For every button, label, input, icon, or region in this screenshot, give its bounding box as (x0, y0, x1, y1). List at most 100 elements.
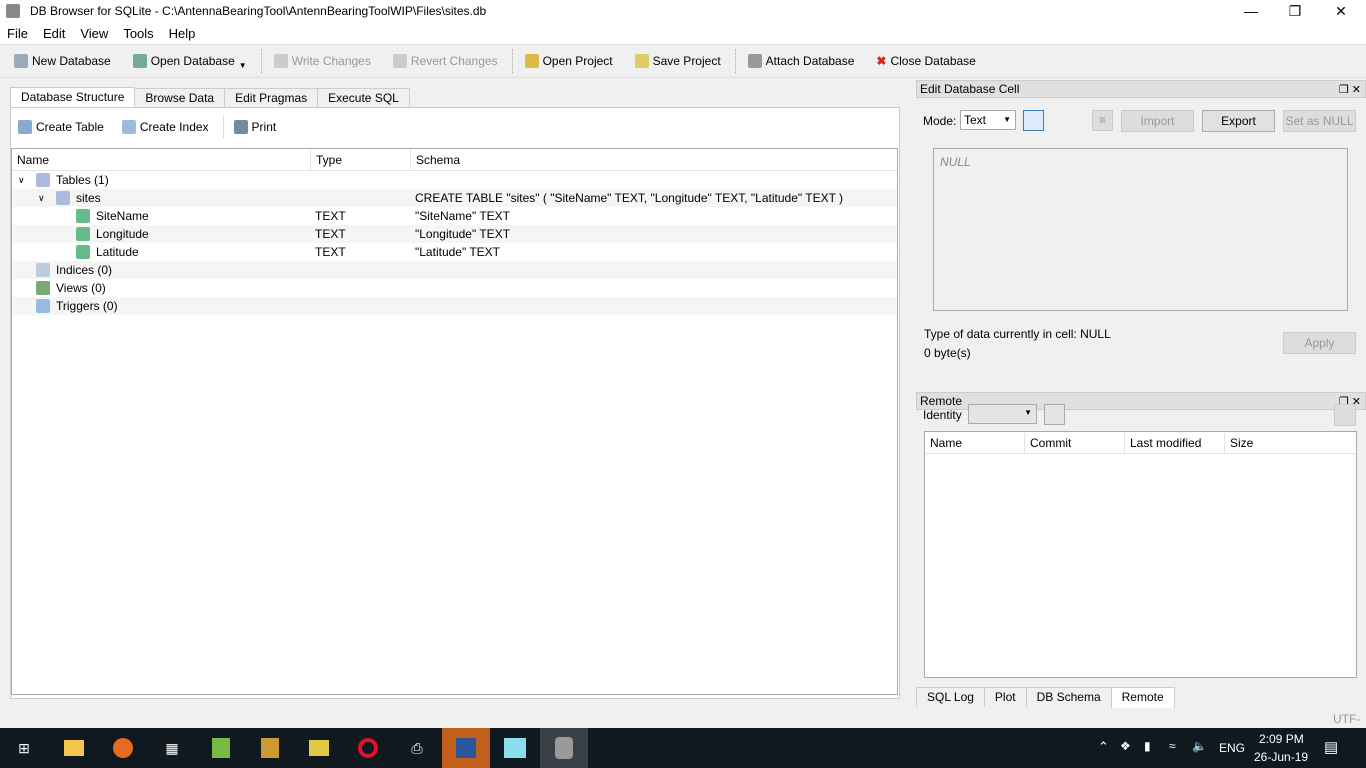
restore-button[interactable]: ❐ (1272, 0, 1318, 22)
right-dock: Edit Database Cell ❐ ✕ Mode: Text ▼ ≡ Impo… (916, 80, 1366, 720)
tab-database-structure[interactable]: Database Structure (10, 87, 136, 108)
cell-editor[interactable]: NULL (933, 148, 1348, 311)
attach-database-button[interactable]: Attach Database (747, 54, 854, 68)
write-changes-button[interactable]: Write Changes (273, 54, 371, 68)
clock-time[interactable]: 2:09 PM (1259, 732, 1304, 746)
auto-switch-mode-button[interactable] (1023, 110, 1044, 131)
dropdown-arrow-icon[interactable]: ▼ (239, 61, 247, 70)
dock-tabs: SQL Log Plot DB Schema Remote (916, 687, 1175, 708)
tree-label: sites (76, 191, 101, 205)
menu-edit[interactable]: Edit (43, 26, 65, 41)
clock-date[interactable]: 26-Jun-19 (1254, 750, 1308, 764)
create-index-icon (121, 120, 136, 134)
chevron-down-icon[interactable]: ∨ (12, 193, 52, 204)
column-header-size[interactable]: Size (1225, 432, 1285, 453)
tab-edit-pragmas[interactable]: Edit Pragmas (224, 88, 319, 108)
mode-value: Text (964, 113, 987, 127)
write-changes-icon (273, 54, 288, 68)
tree-row-field[interactable]: Longitude TEXT "Longitude" TEXT (12, 225, 897, 243)
open-project-button[interactable]: Open Project (524, 54, 613, 68)
mode-select[interactable]: Text ▼ (960, 110, 1016, 130)
close-database-icon: ✖ (876, 54, 887, 68)
volume-icon[interactable]: 🔈 (1192, 739, 1207, 753)
column-header-commit[interactable]: Commit (1025, 432, 1125, 453)
menu-tools[interactable]: Tools (123, 26, 153, 41)
tree-schema: "Latitude" TEXT (415, 245, 501, 259)
apply-button[interactable]: Apply (1283, 332, 1356, 354)
remote-push-button[interactable] (1334, 404, 1356, 426)
cell-size: 0 byte(s) (924, 346, 971, 360)
file-explorer-icon[interactable] (50, 728, 98, 768)
tab-remote[interactable]: Remote (1110, 687, 1175, 708)
sticky-notes-icon[interactable] (295, 728, 343, 768)
toolbar-separator (734, 49, 736, 73)
tree-row-field[interactable]: Latitude TEXT "Latitude" TEXT (12, 243, 897, 261)
new-database-button[interactable]: New Database (14, 54, 111, 68)
dock-float-close-icon[interactable]: ❐ ✕ (1339, 83, 1361, 96)
menu-help[interactable]: Help (169, 26, 196, 41)
tab-db-schema[interactable]: DB Schema (1025, 687, 1112, 707)
tab-execute-sql[interactable]: Execute SQL (317, 88, 410, 108)
word-doc-icon[interactable] (246, 728, 294, 768)
menu-view[interactable]: View (80, 26, 108, 41)
dropbox-icon[interactable]: ❖ (1120, 739, 1131, 753)
menu-file[interactable]: File (7, 26, 28, 41)
firefox-icon[interactable] (99, 728, 147, 768)
revert-changes-label: Revert Changes (410, 54, 498, 68)
save-project-button[interactable]: Save Project (634, 54, 721, 68)
open-database-button[interactable]: Open Database ▼ (132, 53, 247, 70)
chevron-down-icon: ▼ (1024, 408, 1032, 417)
column-header-name[interactable]: Name (12, 149, 311, 170)
language-indicator[interactable]: ENG (1219, 741, 1245, 755)
tree-row-triggers[interactable]: Triggers (0) (12, 297, 897, 315)
printer-app-icon[interactable]: ⎙ (393, 728, 441, 768)
tree-row-views[interactable]: Views (0) (12, 279, 897, 297)
open-database-label: Open Database (150, 54, 235, 68)
column-header-type[interactable]: Type (311, 149, 411, 170)
battery-icon[interactable]: ▮ (1144, 739, 1151, 753)
print-icon (233, 120, 248, 134)
tab-browse-data[interactable]: Browse Data (134, 88, 226, 108)
revert-changes-button[interactable]: Revert Changes (392, 54, 498, 68)
close-database-button[interactable]: ✖ Close Database (876, 54, 975, 68)
open-database-icon (132, 54, 147, 68)
tree-label: SiteName (96, 209, 149, 223)
b4a-icon[interactable] (491, 728, 539, 768)
menu-bar: File Edit View Tools Help (0, 22, 1366, 44)
tree-row-field[interactable]: SiteName TEXT "SiteName" TEXT (12, 207, 897, 225)
tree-label: Latitude (96, 245, 139, 259)
column-header-schema[interactable]: Schema (411, 149, 897, 170)
identity-settings-button[interactable] (1044, 404, 1065, 425)
start-button-icon[interactable]: ⊞ (0, 728, 48, 768)
close-window-button[interactable]: ✕ (1318, 0, 1364, 22)
chevron-down-icon[interactable]: ∨ (12, 175, 32, 186)
create-table-button[interactable]: Create Table (18, 120, 104, 134)
column-header-last-modified[interactable]: Last modified (1125, 432, 1225, 453)
set-as-null-button[interactable]: Set as NULL (1283, 110, 1356, 132)
wifi-icon[interactable]: ≈ (1169, 739, 1176, 753)
cell-type-info: Type of data currently in cell: NULL (924, 327, 1111, 341)
notepad-icon[interactable] (197, 728, 245, 768)
tree-header: Name Type Schema (12, 149, 897, 171)
import-button[interactable]: Import (1121, 110, 1194, 132)
calculator-icon[interactable]: ▦ (148, 728, 196, 768)
tab-plot[interactable]: Plot (983, 687, 1027, 707)
identity-select[interactable]: ▼ (968, 404, 1037, 424)
create-index-button[interactable]: Create Index (121, 120, 209, 134)
notifications-icon[interactable]: ▤ (1324, 738, 1338, 756)
tree-row-indices[interactable]: Indices (0) (12, 261, 897, 279)
tree-row-tables[interactable]: ∨ Tables (1) (12, 171, 897, 189)
opera-icon[interactable] (344, 728, 392, 768)
edit-cell-title: Edit Database Cell (920, 82, 1020, 96)
word-icon[interactable] (442, 728, 490, 768)
db-browser-taskbar-icon[interactable] (540, 728, 588, 768)
minimize-button[interactable]: — (1228, 0, 1274, 22)
print-button[interactable]: Print (233, 120, 276, 134)
word-wrap-button[interactable]: ≡ (1092, 110, 1113, 131)
tree-label: Indices (0) (56, 263, 113, 277)
chevron-up-icon[interactable]: ⌃ (1098, 739, 1109, 755)
column-header-name[interactable]: Name (925, 432, 1025, 453)
tree-row-table[interactable]: ∨ sites CREATE TABLE "sites" ( "SiteName" … (12, 189, 897, 207)
export-button[interactable]: Export (1202, 110, 1275, 132)
tab-sql-log[interactable]: SQL Log (916, 687, 985, 707)
